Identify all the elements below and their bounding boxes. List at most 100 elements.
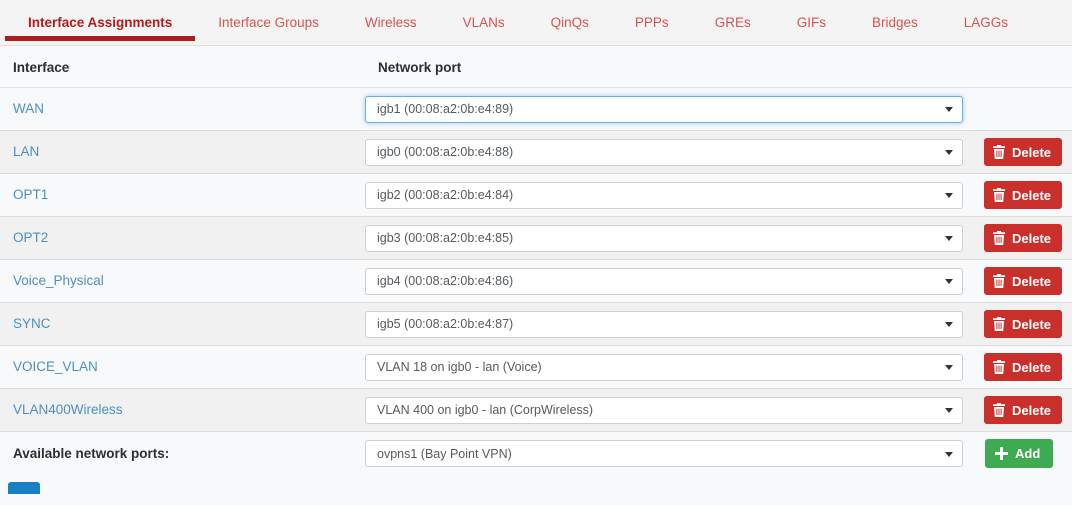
network-port-value: igb0 (00:08:a2:0b:e4:88)	[377, 145, 514, 159]
network-port-select[interactable]: igb3 (00:08:a2:0b:e4:85)	[365, 224, 963, 252]
chevron-down-icon	[945, 107, 953, 112]
interface-link[interactable]: VLAN400Wireless	[0, 402, 123, 417]
chevron-down-icon	[945, 408, 953, 413]
interface-link[interactable]: Voice_Physical	[0, 273, 104, 288]
network-port-select[interactable]: igb2 (00:08:a2:0b:e4:84)	[365, 181, 963, 209]
interface-link[interactable]: LAN	[0, 144, 39, 159]
delete-button[interactable]: Delete	[984, 224, 1063, 252]
chevron-down-icon	[945, 365, 953, 370]
interface-name-cell: WAN	[0, 87, 365, 131]
delete-button[interactable]: Delete	[984, 353, 1063, 381]
chevron-down-icon	[945, 322, 953, 327]
interface-link[interactable]: OPT1	[0, 187, 48, 202]
table-footer: Available network ports: ovpns1 (Bay Poi…	[0, 431, 1072, 476]
network-port-value: igb1 (00:08:a2:0b:e4:89)	[377, 102, 514, 116]
network-port-value: VLAN 18 on igb0 - lan (Voice)	[377, 360, 542, 374]
network-port-value: igb5 (00:08:a2:0b:e4:87)	[377, 317, 514, 331]
tab-qinqs[interactable]: QinQs	[528, 0, 612, 46]
network-port-cell: igb2 (00:08:a2:0b:e4:84)	[365, 173, 973, 217]
tab-interface-assignments[interactable]: Interface Assignments	[5, 0, 196, 46]
interface-name-cell: Voice_Physical	[0, 259, 365, 303]
available-network-port-select[interactable]: ovpns1 (Bay Point VPN)	[365, 440, 963, 468]
trash-icon	[993, 274, 1005, 288]
network-port-value: igb4 (00:08:a2:0b:e4:86)	[377, 274, 514, 288]
interface-name-cell: OPT1	[0, 173, 365, 217]
row-action-cell: Delete	[973, 345, 1072, 389]
trash-icon	[993, 145, 1005, 159]
table-row: OPT2 igb3 (00:08:a2:0b:e4:85) Delete	[0, 216, 1072, 260]
tab-bar: Interface Assignments Interface Groups Wir…	[0, 0, 1072, 46]
table-header: Interface Network port	[0, 46, 1072, 88]
delete-button-label: Delete	[1012, 273, 1052, 289]
trash-icon	[993, 188, 1005, 202]
column-header-interface: Interface	[0, 46, 365, 88]
network-port-cell: VLAN 18 on igb0 - lan (Voice)	[365, 345, 973, 389]
tab-gres[interactable]: GREs	[692, 0, 774, 46]
table-row: VLAN400Wireless VLAN 400 on igb0 - lan (C…	[0, 388, 1072, 432]
available-network-ports-label: Available network ports:	[13, 445, 170, 461]
table-row: Voice_Physical igb4 (00:08:a2:0b:e4:86) De…	[0, 259, 1072, 303]
delete-button-label: Delete	[1012, 359, 1052, 375]
available-network-port-value: ovpns1 (Bay Point VPN)	[377, 446, 512, 461]
row-action-cell: Delete	[973, 130, 1072, 174]
plus-icon	[995, 447, 1008, 461]
tab-wireless[interactable]: Wireless	[342, 0, 440, 46]
delete-button[interactable]: Delete	[984, 310, 1063, 338]
available-network-ports-row: Available network ports: ovpns1 (Bay Poi…	[0, 431, 1072, 476]
add-button-label: Add	[1015, 446, 1041, 462]
network-port-select[interactable]: igb0 (00:08:a2:0b:e4:88)	[365, 138, 963, 166]
network-port-cell: igb5 (00:08:a2:0b:e4:87)	[365, 302, 973, 346]
table-row: WAN igb1 (00:08:a2:0b:e4:89)	[0, 87, 1072, 131]
tab-bridges[interactable]: Bridges	[849, 0, 941, 46]
interface-link[interactable]: WAN	[0, 101, 44, 116]
tab-ppps[interactable]: PPPs	[612, 0, 692, 46]
delete-button[interactable]: Delete	[984, 396, 1063, 424]
network-port-value: igb3 (00:08:a2:0b:e4:85)	[377, 231, 514, 245]
available-ports-select-cell: ovpns1 (Bay Point VPN)	[365, 431, 973, 476]
column-header-actions	[973, 46, 1072, 88]
network-port-value: VLAN 400 on igb0 - lan (CorpWireless)	[377, 403, 594, 417]
trash-icon	[993, 360, 1005, 374]
network-port-select[interactable]: VLAN 400 on igb0 - lan (CorpWireless)	[365, 396, 963, 424]
table-row: SYNC igb5 (00:08:a2:0b:e4:87) Delete	[0, 302, 1072, 346]
row-action-cell: Delete	[973, 173, 1072, 217]
interface-link[interactable]: VOICE_VLAN	[0, 359, 98, 374]
tab-vlans[interactable]: VLANs	[440, 0, 528, 46]
table-row: VOICE_VLAN VLAN 18 on igb0 - lan (Voice) D…	[0, 345, 1072, 389]
interface-assignments-table: Interface Network port WAN igb1 (00:08:a2…	[0, 46, 1072, 476]
network-port-select[interactable]: igb5 (00:08:a2:0b:e4:87)	[365, 310, 963, 338]
network-port-select[interactable]: VLAN 18 on igb0 - lan (Voice)	[365, 353, 963, 381]
interface-link[interactable]: SYNC	[0, 316, 51, 331]
chevron-down-icon	[945, 150, 953, 155]
network-port-select[interactable]: igb4 (00:08:a2:0b:e4:86)	[365, 267, 963, 295]
save-button[interactable]	[8, 481, 40, 494]
delete-button[interactable]: Delete	[984, 267, 1063, 295]
tab-interface-groups[interactable]: Interface Groups	[195, 0, 342, 46]
chevron-down-icon	[945, 236, 953, 241]
network-port-cell: igb0 (00:08:a2:0b:e4:88)	[365, 130, 973, 174]
table-body: WAN igb1 (00:08:a2:0b:e4:89) LAN igb0 (00:0…	[0, 87, 1072, 432]
row-action-cell: Delete	[973, 259, 1072, 303]
delete-button[interactable]: Delete	[984, 138, 1063, 166]
column-header-network-port: Network port	[365, 46, 973, 88]
delete-button-label: Delete	[1012, 230, 1052, 246]
delete-button-label: Delete	[1012, 316, 1052, 332]
interface-link[interactable]: OPT2	[0, 230, 48, 245]
chevron-down-icon	[945, 279, 953, 284]
interface-name-cell: VLAN400Wireless	[0, 388, 365, 432]
row-action-cell: Delete	[973, 302, 1072, 346]
chevron-down-icon	[945, 193, 953, 198]
interface-assignments-panel: Interface Network port WAN igb1 (00:08:a2…	[0, 46, 1072, 476]
row-action-cell	[973, 87, 1072, 131]
table-row: LAN igb0 (00:08:a2:0b:e4:88) Delete	[0, 130, 1072, 174]
tab-laggs[interactable]: LAGGs	[941, 0, 1031, 46]
network-port-cell: igb1 (00:08:a2:0b:e4:89)	[365, 87, 973, 131]
add-button[interactable]: Add	[985, 439, 1054, 469]
form-footer	[0, 475, 1072, 494]
delete-button[interactable]: Delete	[984, 181, 1063, 209]
interface-name-cell: SYNC	[0, 302, 365, 346]
network-port-select[interactable]: igb1 (00:08:a2:0b:e4:89)	[365, 95, 963, 123]
available-ports-label-cell: Available network ports:	[0, 431, 365, 476]
interface-name-cell: VOICE_VLAN	[0, 345, 365, 389]
tab-gifs[interactable]: GIFs	[774, 0, 849, 46]
